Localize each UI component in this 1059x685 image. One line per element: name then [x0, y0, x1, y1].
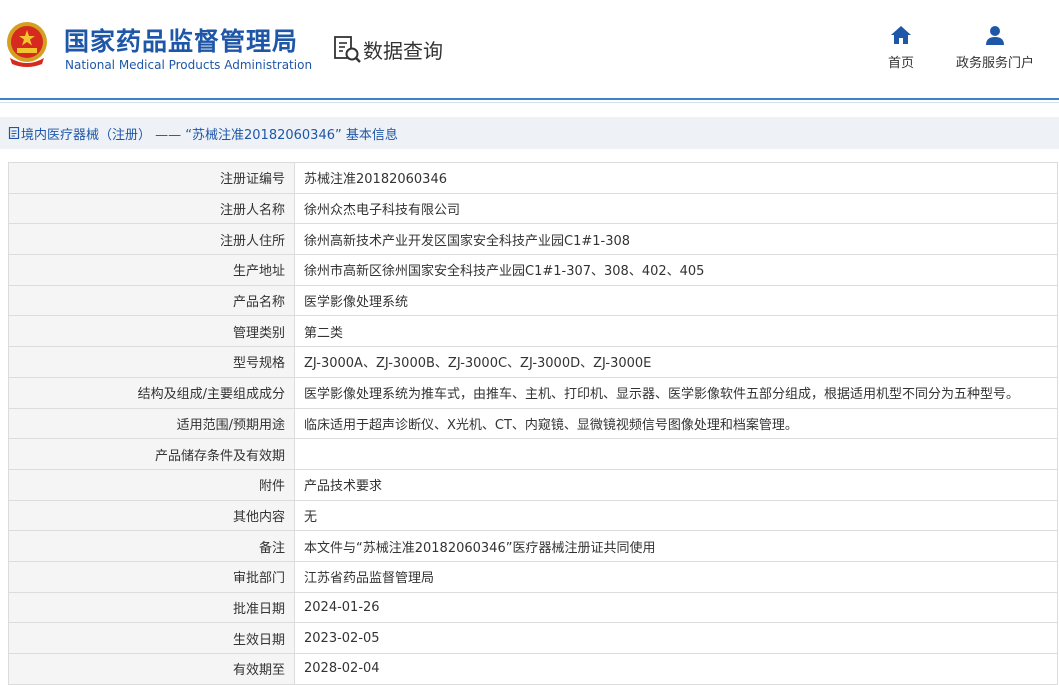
field-value: 徐州高新技术产业开发区国家安全科技产业园C1#1-308 [294, 223, 1058, 256]
home-icon [891, 26, 911, 44]
field-label: 型号规格 [8, 346, 295, 378]
field-value: 临床适用于超声诊断仪、X光机、CT、内窥镜、显微镜视频信号图像处理和档案管理。 [294, 407, 1058, 440]
header-divider-thin [0, 102, 1059, 103]
table-row: 注册人名称 徐州众杰电子科技有限公司 [8, 192, 1058, 225]
table-row: 备注 本文件与“苏械注准20182060346”医疗器械注册证共同使用 [8, 530, 1058, 562]
table-row: 注册证编号 苏械注准20182060346 [8, 162, 1058, 194]
field-label: 注册证编号 [8, 162, 295, 194]
field-label: 管理类别 [8, 315, 295, 348]
org-name-en: National Medical Products Administration [65, 58, 313, 72]
breadcrumb: 境内医疗器械（注册） —— “苏械注准20182060346” 基本信息 [0, 117, 1059, 149]
table-row: 附件 产品技术要求 [8, 468, 1058, 501]
table-row: 注册人住所 徐州高新技术产业开发区国家安全科技产业园C1#1-308 [8, 223, 1058, 256]
table-row: 管理类别 第二类 [8, 315, 1058, 348]
table-row: 型号规格 ZJ-3000A、ZJ-3000B、ZJ-3000C、ZJ-3000D、… [8, 346, 1058, 378]
field-label: 结构及组成/主要组成成分 [8, 376, 295, 409]
field-value: 2024-01-26 [294, 591, 1058, 624]
field-label: 其他内容 [8, 499, 295, 532]
field-value: 2023-02-05 [294, 622, 1058, 654]
nav-gov-service-portal[interactable]: 政务服务门户 [956, 24, 1034, 71]
table-row: 适用范围/预期用途 临床适用于超声诊断仪、X光机、CT、内窥镜、显微镜视频信号图像… [8, 407, 1058, 440]
field-value: 苏械注准20182060346 [294, 162, 1058, 194]
field-label: 有效期至 [8, 653, 295, 685]
field-value: 医学影像处理系统为推车式，由推车、主机、打印机、显示器、医学影像软件五部分组成，… [294, 376, 1058, 409]
national-emblem-icon [7, 22, 47, 67]
field-value: 本文件与“苏械注准20182060346”医疗器械注册证共同使用 [294, 530, 1058, 562]
table-row: 生效日期 2023-02-05 [8, 622, 1058, 654]
table-row: 结构及组成/主要组成成分 医学影像处理系统为推车式，由推车、主机、打印机、显示器、… [8, 376, 1058, 409]
field-label: 注册人住所 [8, 223, 295, 256]
site-header: 国家药品监督管理局 National Medical Products Admi… [0, 0, 1059, 98]
device-info-table: 注册证编号 苏械注准20182060346 注册人名称 徐州众杰电子科技有限公司 注册人… [8, 162, 1058, 685]
nav-gov-label: 政务服务门户 [956, 56, 1035, 71]
field-value: 产品技术要求 [294, 468, 1058, 501]
breadcrumb-text: 境内医疗器械（注册） —— “苏械注准20182060346” 基本信息 [21, 127, 398, 143]
field-label: 备注 [8, 530, 295, 562]
header-divider [0, 98, 1059, 100]
field-value: 江苏省药品监督管理局 [294, 560, 1058, 593]
field-label: 生效日期 [8, 622, 295, 654]
document-search-icon [334, 36, 361, 63]
field-label: 适用范围/预期用途 [8, 407, 295, 440]
nav-home[interactable]: 首页 [888, 24, 914, 71]
document-icon [8, 127, 20, 139]
field-value: ZJ-3000A、ZJ-3000B、ZJ-3000C、ZJ-3000D、ZJ-3… [294, 346, 1058, 378]
data-query-link[interactable]: 数据查询 [332, 34, 443, 64]
field-value: 徐州众杰电子科技有限公司 [294, 192, 1058, 225]
table-row: 有效期至 2028-02-04 [8, 653, 1058, 685]
field-value: 徐州市高新区徐州国家安全科技产业园C1#1-307、308、402、405 [294, 254, 1058, 286]
field-label: 批准日期 [8, 591, 295, 624]
user-icon [986, 26, 1004, 45]
table-row: 产品储存条件及有效期 [8, 438, 1058, 470]
org-name-cn: 国家药品监督管理局 [64, 27, 299, 56]
nav-home-label: 首页 [888, 56, 915, 71]
field-label: 生产地址 [8, 254, 295, 286]
data-query-label: 数据查询 [363, 38, 443, 63]
field-value: 2028-02-04 [294, 653, 1058, 685]
table-row: 产品名称 医学影像处理系统 [8, 284, 1058, 317]
field-value [294, 438, 1058, 470]
table-row: 批准日期 2024-01-26 [8, 591, 1058, 624]
field-label: 注册人名称 [8, 192, 295, 225]
field-value: 第二类 [294, 315, 1058, 348]
field-label: 产品储存条件及有效期 [8, 438, 295, 470]
field-label: 审批部门 [8, 560, 295, 593]
field-value: 无 [294, 499, 1058, 532]
field-label: 产品名称 [8, 284, 295, 317]
table-row: 生产地址 徐州市高新区徐州国家安全科技产业园C1#1-307、308、402、40… [8, 254, 1058, 286]
field-label: 附件 [8, 468, 295, 501]
table-row: 其他内容无 [8, 499, 1058, 532]
field-value: 医学影像处理系统 [294, 284, 1058, 317]
table-row: 审批部门 江苏省药品监督管理局 [8, 560, 1058, 593]
